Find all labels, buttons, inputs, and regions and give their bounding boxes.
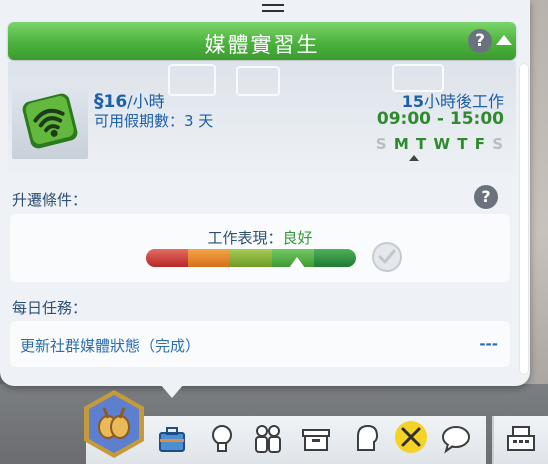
cash-register-icon xyxy=(507,426,535,451)
work-day: S xyxy=(492,135,504,153)
career-panel: 媒體實習生 ? §16/小時 可用假期數：3 天 15小時後工作 09:00 -… xyxy=(0,0,530,386)
inventory-box-icon[interactable] xyxy=(300,422,332,456)
performance-value: 良好 xyxy=(282,229,313,247)
daily-tasks-label: 每日任務： xyxy=(12,299,88,317)
career-briefcase-icon[interactable] xyxy=(156,422,188,456)
background-suitcase-icon xyxy=(236,66,280,96)
panel-pointer-icon xyxy=(160,384,184,398)
scrollbar[interactable] xyxy=(520,64,528,374)
collapse-arrow-icon[interactable] xyxy=(496,35,512,45)
drag-handle-icon[interactable] xyxy=(262,4,284,12)
work-day: T xyxy=(457,135,469,153)
bottom-toolbar xyxy=(0,390,548,464)
work-days: S M T W T F S xyxy=(376,135,504,153)
meter-segment-normal xyxy=(230,249,272,267)
background-suitcase-icon xyxy=(168,64,216,96)
work-day: M xyxy=(393,135,410,153)
work-day: T xyxy=(415,135,428,153)
promotion-help-button[interactable]: ? xyxy=(474,185,498,209)
salary-rate: §16/小時 xyxy=(94,88,165,112)
checkmark-icon xyxy=(372,242,402,272)
meter-segment-excellent xyxy=(314,249,356,267)
meter-segment-poor xyxy=(146,249,188,267)
cash-register-button[interactable] xyxy=(492,416,548,464)
performance-box: 工作表現：良好 xyxy=(10,214,510,282)
performance-marker-icon xyxy=(289,257,306,268)
career-info-area: §16/小時 可用假期數：3 天 15小時後工作 09:00 - 15:00 S… xyxy=(8,62,516,180)
salary-unit: /小時 xyxy=(127,92,165,111)
promotion-label: 升遷條件： xyxy=(12,191,88,209)
simoleon-symbol: § xyxy=(94,90,104,112)
scrollbar-thumb[interactable] xyxy=(520,64,528,374)
work-day: W xyxy=(433,135,451,153)
work-hours: 09:00 - 15:00 xyxy=(376,109,504,129)
moodlet-head-icon[interactable] xyxy=(350,422,382,456)
work-day: S xyxy=(375,135,388,153)
salary-amount: 16 xyxy=(103,92,128,112)
daily-task-status: --- xyxy=(479,335,498,353)
career-title: 媒體實習生 xyxy=(204,33,320,57)
meter-segment-low xyxy=(188,249,230,267)
performance-label-text: 工作表現： xyxy=(207,229,283,247)
performance-meter xyxy=(146,249,356,267)
today-marker-icon xyxy=(409,155,419,161)
days-off-text: 可用假期數：3 天 xyxy=(94,112,214,130)
help-button[interactable]: ? xyxy=(468,29,492,53)
skills-lightbulb-icon[interactable] xyxy=(206,422,238,456)
daily-task-text: 更新社群媒體狀態（完成） xyxy=(20,337,201,355)
social-speech-icon[interactable] xyxy=(440,422,472,456)
career-tools-icon[interactable] xyxy=(394,420,428,454)
career-title-bar: 媒體實習生 ? xyxy=(8,22,516,60)
daily-task-row[interactable]: 更新社群媒體狀態（完成） --- xyxy=(10,321,510,367)
performance-label: 工作表現：良好 xyxy=(10,227,510,248)
career-icon-tile xyxy=(12,87,88,159)
wifi-icon xyxy=(22,93,78,149)
relationships-icon[interactable] xyxy=(252,422,284,456)
aspiration-hex-icon[interactable] xyxy=(82,388,146,460)
work-day: F xyxy=(474,135,486,153)
